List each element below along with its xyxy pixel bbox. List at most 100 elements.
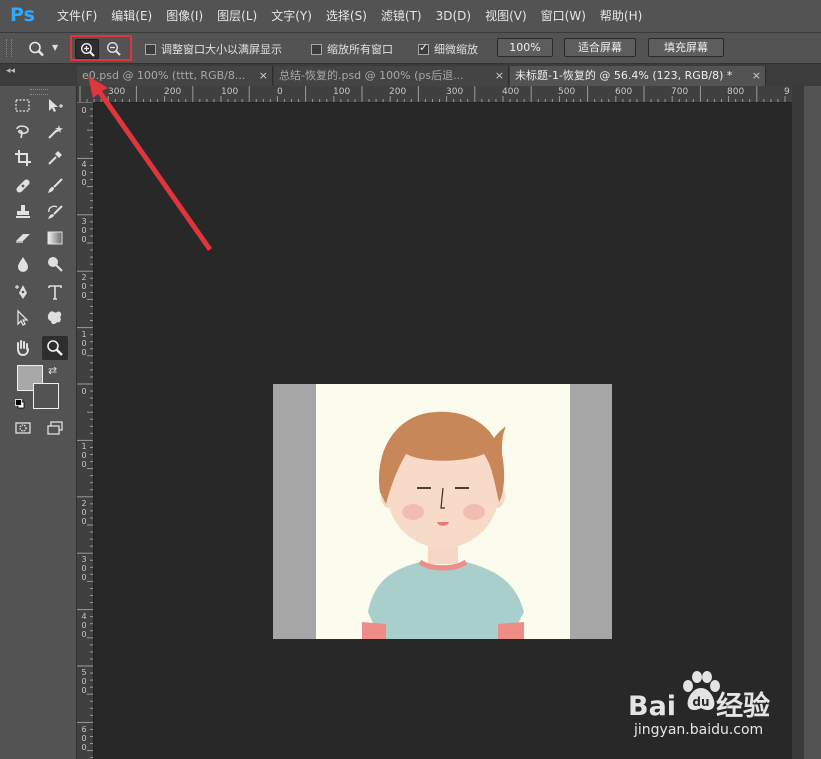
- eyedropper-tool[interactable]: [42, 146, 68, 170]
- history-brush-tool[interactable]: [42, 200, 68, 224]
- resize-windows-option[interactable]: 调整窗口大小以满屏显示: [145, 41, 282, 57]
- menu-layer[interactable]: 图层(L): [210, 0, 264, 32]
- clone-stamp-tool[interactable]: [10, 200, 36, 224]
- watermark-brand-bai: Bai: [628, 691, 677, 722]
- custom-shape-tool[interactable]: [42, 306, 68, 330]
- tab-document-3-active[interactable]: 未标题-1-恢复的 @ 56.4% (123, RGB/8) * ×: [510, 66, 766, 86]
- zoom-in-button[interactable]: [75, 39, 99, 59]
- screen-mode-icon: [47, 421, 63, 435]
- scrubby-zoom-checkbox[interactable]: [418, 41, 429, 55]
- menu-view[interactable]: 视图(V): [478, 0, 534, 32]
- menu-type[interactable]: 文字(Y): [264, 0, 319, 32]
- crop-icon: [15, 150, 31, 166]
- default-colors-icon[interactable]: [15, 398, 25, 409]
- brush-icon: [48, 178, 63, 193]
- tab-document-1[interactable]: e0.psd @ 100% (tttt, RGB/8... ×: [77, 66, 273, 86]
- chevron-down-icon: ▼: [52, 43, 59, 52]
- baidu-paw-icon: du: [683, 671, 720, 710]
- dodge-icon: [48, 257, 63, 272]
- main-menu: 文件(F) 编辑(E) 图像(I) 图层(L) 文字(Y) 选择(S) 滤镜(T…: [50, 0, 649, 32]
- close-icon[interactable]: ×: [259, 66, 268, 86]
- zoom-all-windows-option[interactable]: 缩放所有窗口: [311, 41, 393, 57]
- vertical-scrollbar[interactable]: [792, 86, 804, 759]
- ruler-ticks: [77, 102, 93, 759]
- gradient-tool[interactable]: [42, 226, 68, 250]
- ruler-label: 0: [277, 87, 283, 97]
- tools-panel: ⇄: [0, 86, 77, 759]
- vertical-ruler: 0 4 0 0 3 0 0 2 0 0 1 0 0 0 1 0 0 2 0 0 …: [77, 102, 94, 759]
- zoom-out-button[interactable]: [102, 39, 126, 59]
- scrubby-zoom-option[interactable]: 细微缩放: [418, 41, 478, 57]
- healing-icon: [16, 179, 30, 193]
- ruler-label: 200: [164, 87, 182, 97]
- menu-help[interactable]: 帮助(H): [593, 0, 649, 32]
- collapse-panel-icon[interactable]: ◂◂: [6, 66, 15, 76]
- options-bar: ▼ 调整窗口大小以满屏显示 缩放所有窗口 细微缩放 100%: [0, 33, 821, 64]
- fit-screen-button[interactable]: 适合屏幕: [564, 38, 636, 57]
- type-tool[interactable]: [42, 280, 68, 304]
- marquee-icon: [15, 99, 30, 112]
- zoom-tool-active[interactable]: [42, 336, 68, 360]
- ruler-label: 5 0 0: [81, 668, 87, 695]
- menu-image[interactable]: 图像(I): [159, 0, 210, 32]
- ruler-label: 100: [333, 87, 351, 97]
- eraser-icon: [16, 234, 30, 243]
- path-selection-tool[interactable]: [10, 306, 36, 330]
- fill-screen-button[interactable]: 填充屏幕: [648, 38, 724, 57]
- gradient-icon: [47, 231, 63, 245]
- eyedropper-icon: [48, 151, 62, 165]
- marquee-tool[interactable]: [10, 94, 36, 118]
- menu-bar: Ps 文件(F) 编辑(E) 图像(I) 图层(L) 文字(Y) 选择(S) 滤…: [0, 0, 821, 33]
- menu-edit[interactable]: 编辑(E): [104, 0, 159, 32]
- move-tool[interactable]: [42, 94, 68, 118]
- zoom-icon: [47, 340, 63, 356]
- ruler-label: 800: [727, 87, 745, 97]
- eraser-tool[interactable]: [10, 226, 36, 250]
- ruler-label: 9: [784, 87, 790, 97]
- quick-mask-button[interactable]: [10, 416, 36, 440]
- options-bar-grip[interactable]: [6, 39, 12, 57]
- magic-wand-icon: [48, 125, 63, 139]
- menu-file[interactable]: 文件(F): [50, 0, 104, 32]
- background-color-swatch[interactable]: [33, 383, 59, 409]
- tool-preset-picker[interactable]: ▼: [26, 39, 62, 57]
- screen-mode-button[interactable]: [42, 416, 68, 440]
- zoom-all-windows-checkbox[interactable]: [311, 43, 322, 55]
- tab-document-2[interactable]: 总结-恢复的.psd @ 100% (ps后退... ×: [274, 66, 509, 86]
- close-icon[interactable]: ×: [495, 66, 504, 86]
- blur-tool[interactable]: [10, 252, 36, 276]
- crop-tool[interactable]: [10, 146, 36, 170]
- cartoon-boy-illustration: [316, 384, 570, 639]
- healing-brush-tool[interactable]: [10, 174, 36, 198]
- menu-select[interactable]: 选择(S): [319, 0, 374, 32]
- ruler-label: 100: [221, 87, 239, 97]
- zoom-tool-icon: [29, 41, 44, 57]
- resize-windows-label: 调整窗口大小以满屏显示: [161, 43, 282, 56]
- menu-filter[interactable]: 滤镜(T): [374, 0, 429, 32]
- zoom-all-windows-label: 缩放所有窗口: [327, 43, 393, 56]
- brush-tool[interactable]: [42, 174, 68, 198]
- close-icon[interactable]: ×: [752, 66, 761, 86]
- hand-tool[interactable]: [10, 336, 36, 360]
- resize-windows-checkbox[interactable]: [145, 43, 156, 55]
- pen-icon: [15, 285, 27, 299]
- document-canvas[interactable]: [273, 384, 612, 639]
- lasso-tool[interactable]: [10, 120, 36, 144]
- blur-icon: [18, 257, 28, 272]
- ruler-label: 300: [108, 87, 126, 97]
- ruler-label: 300: [446, 87, 464, 97]
- zoom-mode-group-highlight: [70, 35, 132, 61]
- pen-tool[interactable]: [10, 280, 36, 304]
- photoshop-logo: Ps: [10, 4, 35, 26]
- ruler-label: 400: [502, 87, 520, 97]
- menu-3d[interactable]: 3D(D): [429, 0, 478, 32]
- shape-icon: [47, 311, 62, 325]
- zoom-100-button[interactable]: 100%: [497, 38, 553, 57]
- dodge-tool[interactable]: [42, 252, 68, 276]
- svg-text:du: du: [692, 695, 709, 709]
- history-brush-icon: [48, 205, 63, 219]
- swap-colors-icon[interactable]: ⇄: [48, 364, 57, 377]
- ruler-label: 1 0 0: [81, 442, 87, 469]
- menu-window[interactable]: 窗口(W): [534, 0, 593, 32]
- magic-wand-tool[interactable]: [42, 120, 68, 144]
